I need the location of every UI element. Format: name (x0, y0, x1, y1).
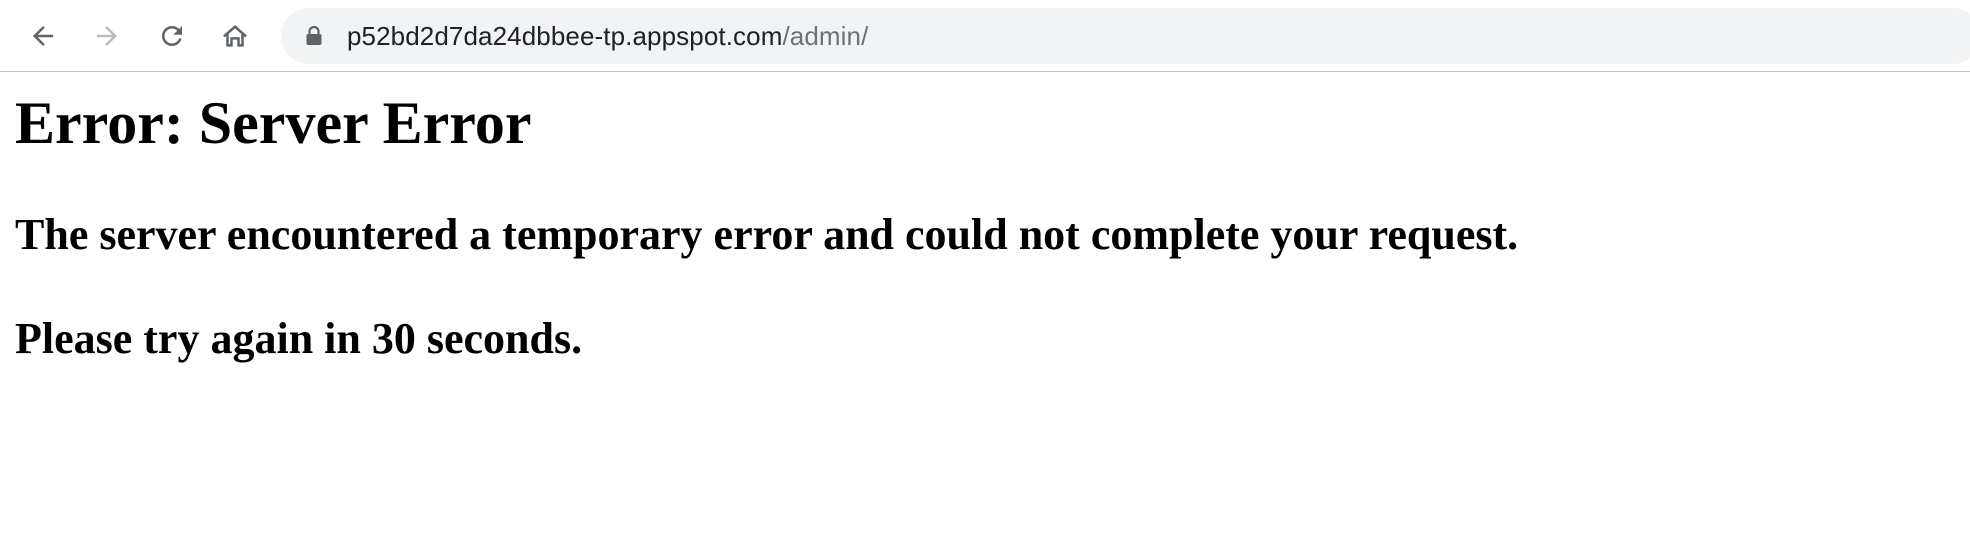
arrow-right-icon (97, 26, 117, 46)
page-title: Error: Server Error (15, 90, 532, 156)
address-bar[interactable]: p52bd2d7da24dbbee-tp.appspot.com/admin/ (281, 8, 1970, 64)
home-icon (223, 25, 247, 47)
url-text[interactable]: p52bd2d7da24dbbee-tp.appspot.com/admin/ (347, 8, 868, 64)
retry-message: Please try again in 30 seconds. (15, 314, 583, 363)
home-button[interactable] (212, 13, 258, 59)
reload-button[interactable] (149, 13, 195, 59)
url-path: /admin/ (782, 21, 869, 51)
reload-icon (162, 26, 182, 46)
url-host: p52bd2d7da24dbbee-tp.appspot.com (347, 21, 783, 51)
error-message: The server encountered a temporary error… (15, 210, 1519, 259)
browser-toolbar: p52bd2d7da24dbbee-tp.appspot.com/admin/ (0, 0, 1970, 72)
lock-icon[interactable] (305, 26, 323, 46)
arrow-left-icon (33, 26, 53, 46)
back-button[interactable] (20, 13, 66, 59)
forward-button[interactable] (84, 13, 130, 59)
